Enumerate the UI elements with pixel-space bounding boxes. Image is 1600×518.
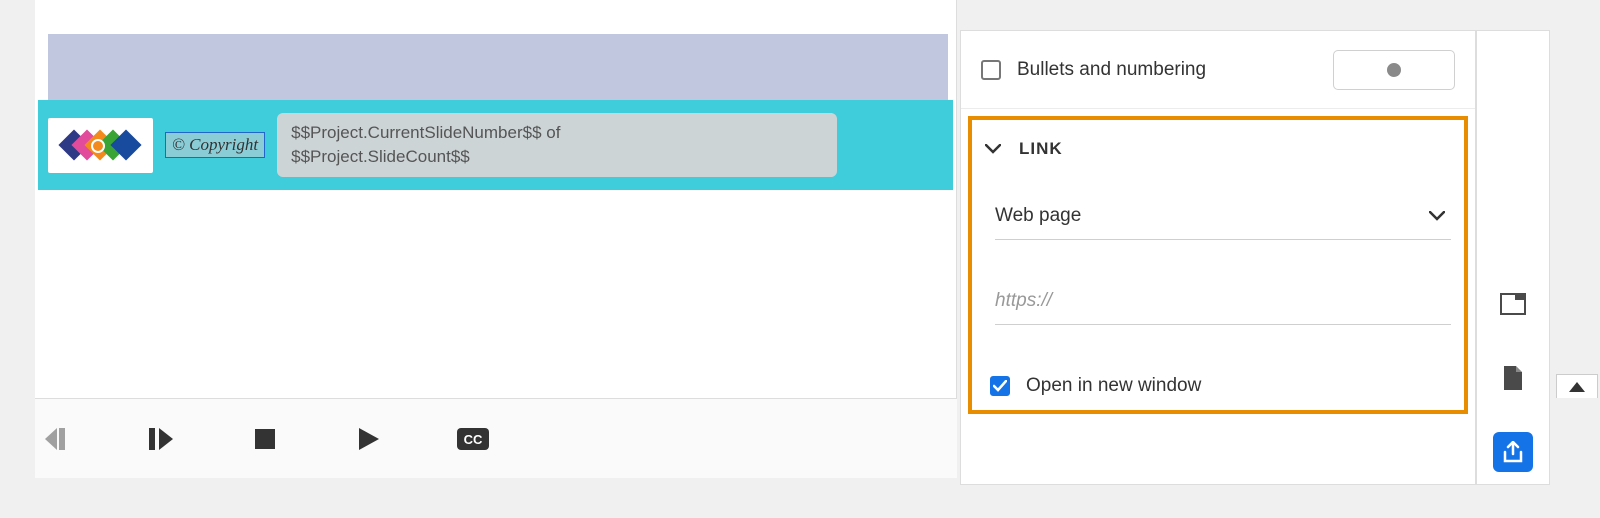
slide-counter-line2: $$Project.SlideCount$$ xyxy=(291,145,823,169)
chevron-down-icon xyxy=(1429,211,1445,221)
window-icon xyxy=(1500,293,1526,315)
play-pause-icon xyxy=(149,428,173,450)
logo-box xyxy=(48,118,153,173)
highlight-box xyxy=(968,116,1468,414)
open-new-window-row: Open in new window xyxy=(985,375,1451,397)
expand-panel-toggle[interactable] xyxy=(1556,374,1598,398)
share-button[interactable] xyxy=(1493,432,1533,472)
link-type-value: Web page xyxy=(995,205,1081,227)
stop-icon xyxy=(255,429,275,449)
slide-counter-line1: $$Project.CurrentSlideNumber$$ of xyxy=(291,121,823,145)
document-button[interactable] xyxy=(1493,358,1533,398)
rewind-icon xyxy=(45,428,69,450)
link-section-header[interactable]: LINK xyxy=(985,139,1451,159)
svg-text:CC: CC xyxy=(464,432,483,447)
bullets-label: Bullets and numbering xyxy=(1017,59,1317,81)
bullets-numbering-row: Bullets and numbering xyxy=(961,31,1475,109)
caret-up-icon xyxy=(1569,382,1585,392)
bullets-checkbox[interactable] xyxy=(981,60,1001,80)
stop-button[interactable] xyxy=(247,421,283,457)
properties-panel: Bullets and numbering LINK Web page http… xyxy=(960,30,1476,485)
rewind-button[interactable] xyxy=(39,421,75,457)
closed-captions-button[interactable]: CC xyxy=(455,421,491,457)
right-rail xyxy=(1476,30,1550,485)
link-url-input[interactable]: https:// xyxy=(995,290,1451,325)
slide-counter-text[interactable]: $$Project.CurrentSlideNumber$$ of $$Proj… xyxy=(277,113,837,177)
copyright-text[interactable]: © Copyright xyxy=(165,132,265,158)
play-pause-button[interactable] xyxy=(143,421,179,457)
open-new-window-checkbox[interactable] xyxy=(990,376,1010,396)
playbar: CC xyxy=(35,398,957,478)
slide-canvas: © Copyright $$Project.CurrentSlideNumber… xyxy=(35,0,957,398)
checkmark-icon xyxy=(993,380,1007,392)
play-icon xyxy=(359,428,379,450)
link-section: LINK Web page https:// Open in new windo… xyxy=(961,109,1475,421)
slide-footer-bar[interactable]: © Copyright $$Project.CurrentSlideNumber… xyxy=(38,100,953,190)
link-type-select[interactable]: Web page xyxy=(995,205,1451,240)
closed-captions-icon: CC xyxy=(457,428,489,450)
open-new-window-label: Open in new window xyxy=(1026,375,1201,397)
logo-icon xyxy=(61,127,141,163)
panel-window-button[interactable] xyxy=(1493,284,1533,324)
play-button[interactable] xyxy=(351,421,387,457)
chevron-down-icon xyxy=(985,144,1001,154)
bullet-style-button[interactable] xyxy=(1333,50,1455,90)
bullet-dot-icon xyxy=(1387,63,1401,77)
link-section-title: LINK xyxy=(1019,139,1063,159)
document-icon xyxy=(1503,365,1523,391)
share-icon xyxy=(1502,441,1524,463)
